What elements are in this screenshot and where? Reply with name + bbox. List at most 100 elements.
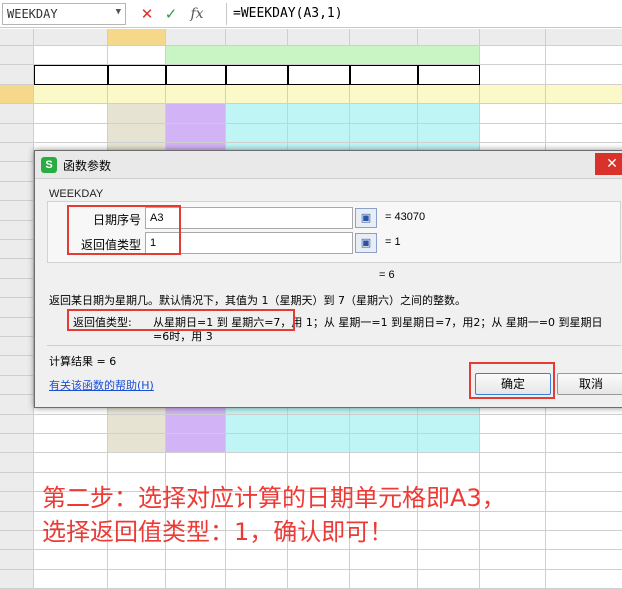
cell-b5[interactable]: [108, 123, 166, 143]
cell[interactable]: [546, 46, 622, 66]
header-cell[interactable]: [34, 65, 108, 85]
cell[interactable]: [546, 550, 622, 570]
cell-e21[interactable]: [288, 434, 350, 454]
row-header-10[interactable]: [0, 220, 34, 240]
cell-f21[interactable]: [350, 434, 418, 454]
cell-c21[interactable]: [166, 434, 226, 454]
cell-e4[interactable]: [288, 104, 350, 124]
cell[interactable]: [480, 123, 546, 143]
cell[interactable]: [480, 531, 546, 551]
cell-b4[interactable]: [108, 104, 166, 124]
cell[interactable]: [166, 569, 226, 589]
cell[interactable]: [546, 512, 622, 531]
cell[interactable]: [350, 84, 418, 105]
row-header-9[interactable]: [0, 201, 34, 221]
cell[interactable]: [288, 550, 350, 570]
cell[interactable]: [546, 415, 622, 434]
header-cell[interactable]: [350, 65, 418, 85]
header-cell[interactable]: [418, 65, 480, 85]
cell[interactable]: [226, 453, 288, 473]
row-header-28[interactable]: [0, 569, 34, 589]
row-header-7[interactable]: [0, 162, 34, 182]
cell-c5[interactable]: [166, 123, 226, 143]
cell[interactable]: [546, 84, 622, 105]
cell-g20[interactable]: [418, 414, 480, 434]
cell-e5[interactable]: [288, 123, 350, 143]
cell[interactable]: [418, 453, 480, 473]
cell[interactable]: [480, 569, 546, 589]
row-header-25[interactable]: [0, 511, 34, 531]
cancel-button[interactable]: 取消: [557, 373, 622, 395]
row-header-21[interactable]: [0, 434, 34, 454]
cell-b21[interactable]: [108, 434, 166, 454]
cell[interactable]: [350, 569, 418, 589]
row-header-3[interactable]: [0, 84, 34, 105]
cell-g4[interactable]: [418, 104, 480, 124]
title-month[interactable]: [34, 46, 166, 66]
column-header-d[interactable]: [226, 29, 288, 46]
row-header-22[interactable]: [0, 453, 34, 473]
cell[interactable]: [288, 453, 350, 473]
header-cell[interactable]: [288, 65, 350, 85]
cell-b20[interactable]: [108, 414, 166, 434]
cell[interactable]: [480, 46, 546, 66]
row-header-8[interactable]: [0, 181, 34, 202]
cell-c20[interactable]: [166, 414, 226, 434]
cell[interactable]: [166, 550, 226, 570]
cell[interactable]: [34, 550, 108, 570]
row-header-17[interactable]: [0, 356, 34, 376]
row-header-19[interactable]: [0, 395, 34, 415]
title-main[interactable]: [166, 46, 480, 66]
cell[interactable]: [480, 434, 546, 454]
column-header-c[interactable]: [166, 29, 226, 46]
name-box[interactable]: WEEKDAY ▼: [2, 3, 126, 25]
cell[interactable]: [546, 104, 622, 124]
cell[interactable]: [418, 511, 480, 531]
column-header-e[interactable]: [288, 29, 350, 46]
cell[interactable]: [108, 550, 166, 570]
cell[interactable]: [480, 104, 546, 124]
cell-d5[interactable]: [226, 123, 288, 143]
cell-a5[interactable]: [34, 123, 108, 143]
column-header-i[interactable]: [546, 29, 622, 46]
cell-a4[interactable]: [34, 104, 108, 124]
cell[interactable]: [546, 473, 622, 493]
cell[interactable]: [546, 453, 622, 473]
cell-d21[interactable]: [226, 434, 288, 454]
cell[interactable]: [288, 569, 350, 589]
cell-d20[interactable]: [226, 414, 288, 434]
cell[interactable]: [226, 84, 288, 105]
cell[interactable]: [546, 570, 622, 589]
cell-a21[interactable]: [34, 434, 108, 454]
confirm-icon[interactable]: ✓: [160, 3, 182, 25]
select-all-corner[interactable]: [0, 29, 34, 46]
header-cell[interactable]: [108, 65, 166, 85]
cell-a20[interactable]: [34, 414, 108, 434]
cell-c4[interactable]: [166, 104, 226, 124]
cell[interactable]: [350, 550, 418, 570]
row-header-13[interactable]: [0, 278, 34, 299]
cancel-icon[interactable]: ✕: [136, 3, 158, 25]
cell-b3-editing[interactable]: [78, 85, 228, 104]
row-header-1[interactable]: [0, 46, 34, 66]
column-header-a[interactable]: [34, 29, 108, 46]
close-icon[interactable]: ✕: [595, 153, 622, 175]
cell[interactable]: [480, 453, 546, 473]
cell-g5[interactable]: [418, 123, 480, 143]
row-header-20[interactable]: [0, 414, 34, 434]
cell[interactable]: [546, 124, 622, 143]
row-header-11[interactable]: [0, 240, 34, 260]
row-header-6[interactable]: [0, 143, 34, 163]
row-header-2[interactable]: [0, 65, 34, 85]
row-header-4[interactable]: [0, 104, 34, 124]
cell-f4[interactable]: [350, 104, 418, 124]
row-header-18[interactable]: [0, 375, 34, 396]
help-link[interactable]: 有关该函数的帮助(H): [49, 377, 154, 393]
cell[interactable]: [34, 453, 108, 473]
row-header-23[interactable]: [0, 472, 34, 493]
cell[interactable]: [480, 414, 546, 434]
cell[interactable]: [166, 453, 226, 473]
cell[interactable]: [546, 492, 622, 512]
cell-f5[interactable]: [350, 123, 418, 143]
cell[interactable]: [480, 511, 546, 531]
